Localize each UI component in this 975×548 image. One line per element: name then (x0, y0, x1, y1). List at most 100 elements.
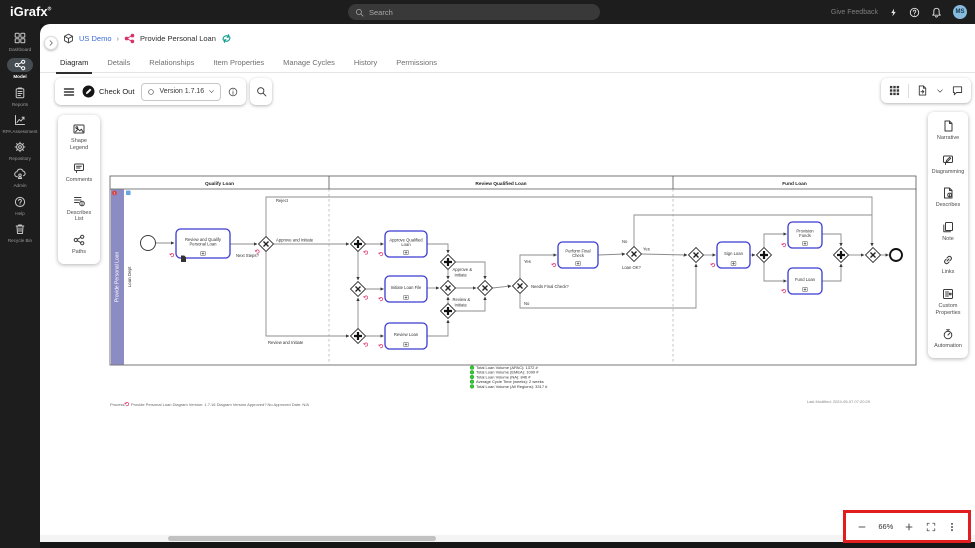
give-feedback-link[interactable]: Give Feedback (831, 9, 878, 16)
global-search-input[interactable]: Search (348, 4, 600, 20)
tab-diagram[interactable]: Diagram (60, 52, 88, 73)
panel-item-describes[interactable]: Describes (928, 187, 968, 209)
dashboard-icon (14, 32, 26, 44)
bpmn-task[interactable]: Perform FinalCheck (552, 242, 598, 268)
tab-manage-cycles[interactable]: Manage Cycles (283, 52, 335, 73)
bpmn-task[interactable]: Initiate Loan File (379, 276, 427, 302)
panel-item-diagramming[interactable]: Diagramming (928, 154, 968, 176)
note-icon (942, 221, 954, 233)
left-tools-panel: Shape Legend Comments Describes List Paths (58, 115, 100, 264)
chevron-down-icon[interactable] (936, 87, 944, 95)
user-avatar[interactable]: MS (953, 5, 967, 19)
sidebar-item-recycle-bin[interactable]: Recycle Bin (0, 222, 40, 243)
bpmn-task[interactable]: Review Loan (379, 323, 427, 349)
sidebar-item-rpa-assessment[interactable]: RPA Assessment (0, 113, 40, 134)
info-icon[interactable] (228, 87, 238, 97)
svg-text:Reject: Reject (276, 198, 289, 203)
panel-item-shape-legend[interactable]: Shape Legend (58, 123, 100, 151)
bpmn-task[interactable]: ProvisionFunds (782, 222, 822, 248)
paths-icon (73, 234, 85, 246)
svg-text:Yes: Yes (643, 247, 650, 252)
sidebar-item-reports[interactable]: Reports (0, 86, 40, 107)
svg-text:Loan OK?: Loan OK? (622, 265, 642, 270)
search-placeholder: Search (369, 8, 393, 17)
main-content: US Demo › Provide Personal Loan DiagramD… (40, 24, 975, 542)
svg-text:Fund Loan: Fund Loan (795, 277, 816, 282)
admin-icon (14, 168, 26, 180)
tab-history[interactable]: History (354, 52, 377, 73)
customprops-icon (942, 288, 954, 300)
top-bar: iGrafx® Search Give Feedback MS (0, 0, 975, 24)
fullscreen-button[interactable] (926, 522, 936, 532)
svg-text:Loan Dept: Loan Dept (127, 266, 132, 288)
deslist-icon (73, 195, 85, 207)
panel-item-links[interactable]: Links (928, 254, 968, 276)
diagramming-icon (942, 154, 954, 166)
lightning-icon[interactable] (889, 7, 898, 18)
sidebar: Dashboard Model Reports RPA Assessment Repos… (0, 24, 40, 548)
panel-item-describes-list[interactable]: Describes List (58, 195, 100, 223)
svg-text:Sign Loan: Sign Loan (724, 251, 744, 256)
scrollbar-thumb[interactable] (168, 536, 436, 541)
svg-text:Funds: Funds (799, 233, 811, 238)
sidebar-item-help[interactable]: Help (0, 195, 40, 216)
svg-text:Loan: Loan (401, 242, 411, 247)
tab-relationships[interactable]: Relationships (149, 52, 194, 73)
sidebar-item-admin[interactable]: Admin (0, 167, 40, 188)
grid-view-icon[interactable] (889, 85, 900, 96)
bpmn-task[interactable]: Sign Loan (711, 242, 750, 268)
version-dropdown[interactable]: Version 1.7.16 (141, 83, 221, 101)
panel-item-paths[interactable]: Paths (58, 234, 100, 256)
panel-item-automation[interactable]: Automation (928, 328, 968, 350)
zoom-in-button[interactable] (904, 522, 914, 532)
sidebar-item-dashboard[interactable]: Dashboard (0, 31, 40, 52)
sidebar-item-repository[interactable]: Repository (0, 140, 40, 161)
zoom-out-button[interactable] (857, 522, 867, 532)
diagram-search-button[interactable] (250, 78, 272, 105)
svg-text:Yes: Yes (524, 259, 531, 264)
narrative-icon (942, 120, 954, 132)
bpmn-task[interactable]: Fund Loan (782, 268, 822, 294)
panel-item-narrative[interactable]: Narrative (928, 120, 968, 142)
panel-item-note[interactable]: Note (928, 221, 968, 243)
bpmn-task[interactable]: Approve QualifiedLoan (379, 231, 427, 257)
more-options-kebab[interactable] (947, 522, 957, 532)
version-circle-icon (147, 88, 155, 96)
export-document-icon[interactable] (917, 85, 928, 96)
svg-text:Initiate: Initiate (455, 303, 468, 308)
describes-icon (942, 187, 954, 199)
svg-text:Review Qualified Loan: Review Qualified Loan (475, 181, 526, 187)
panel-item-custom-properties[interactable]: Custom Properties (928, 288, 968, 316)
zoom-controls: 66% (843, 510, 971, 543)
bpmn-end-event[interactable] (890, 249, 902, 261)
breadcrumb-separator: › (117, 34, 120, 43)
panel-item-comments[interactable]: Comments (58, 162, 100, 184)
menu-hamburger-icon[interactable] (63, 86, 75, 98)
tab-permissions[interactable]: Permissions (396, 52, 437, 73)
comment-icon[interactable] (952, 85, 963, 96)
tab-bar: Diagram Details Relationships Item Properti… (40, 52, 975, 73)
bpmn-task[interactable]: Review and QualifyPersonal Loan (170, 229, 230, 262)
notifications-bell-icon[interactable] (931, 7, 942, 18)
svg-text:No: No (622, 239, 628, 244)
chevron-right-icon (47, 39, 55, 47)
breadcrumb-current: Provide Personal Loan (140, 34, 216, 43)
help-icon[interactable] (909, 7, 920, 18)
sidebar-item-model[interactable]: Model (0, 58, 40, 79)
igrafx-logo: iGrafx® (10, 4, 51, 19)
breadcrumb-root[interactable]: US Demo (79, 34, 112, 43)
right-tools-panel: Narrative Diagramming Describes Note Links Cu… (928, 112, 968, 358)
check-out-button[interactable]: Check Out (82, 85, 134, 98)
bpmn-diagram-canvas[interactable]: Qualify LoanReview Qualified LoanFund Lo… (108, 174, 920, 414)
automation-icon (942, 328, 954, 340)
tab-item-properties[interactable]: Item Properties (213, 52, 264, 73)
svg-text:Personal Loan: Personal Loan (189, 242, 217, 247)
bpmn-start-event[interactable] (141, 236, 156, 251)
svg-text:!: ! (114, 191, 115, 196)
tab-details[interactable]: Details (107, 52, 130, 73)
gear-icon (14, 141, 26, 153)
svg-text:No: No (524, 301, 530, 306)
horizontal-scrollbar[interactable] (40, 535, 975, 542)
collapse-expander-button[interactable] (44, 36, 58, 50)
model-share-icon (124, 33, 135, 44)
